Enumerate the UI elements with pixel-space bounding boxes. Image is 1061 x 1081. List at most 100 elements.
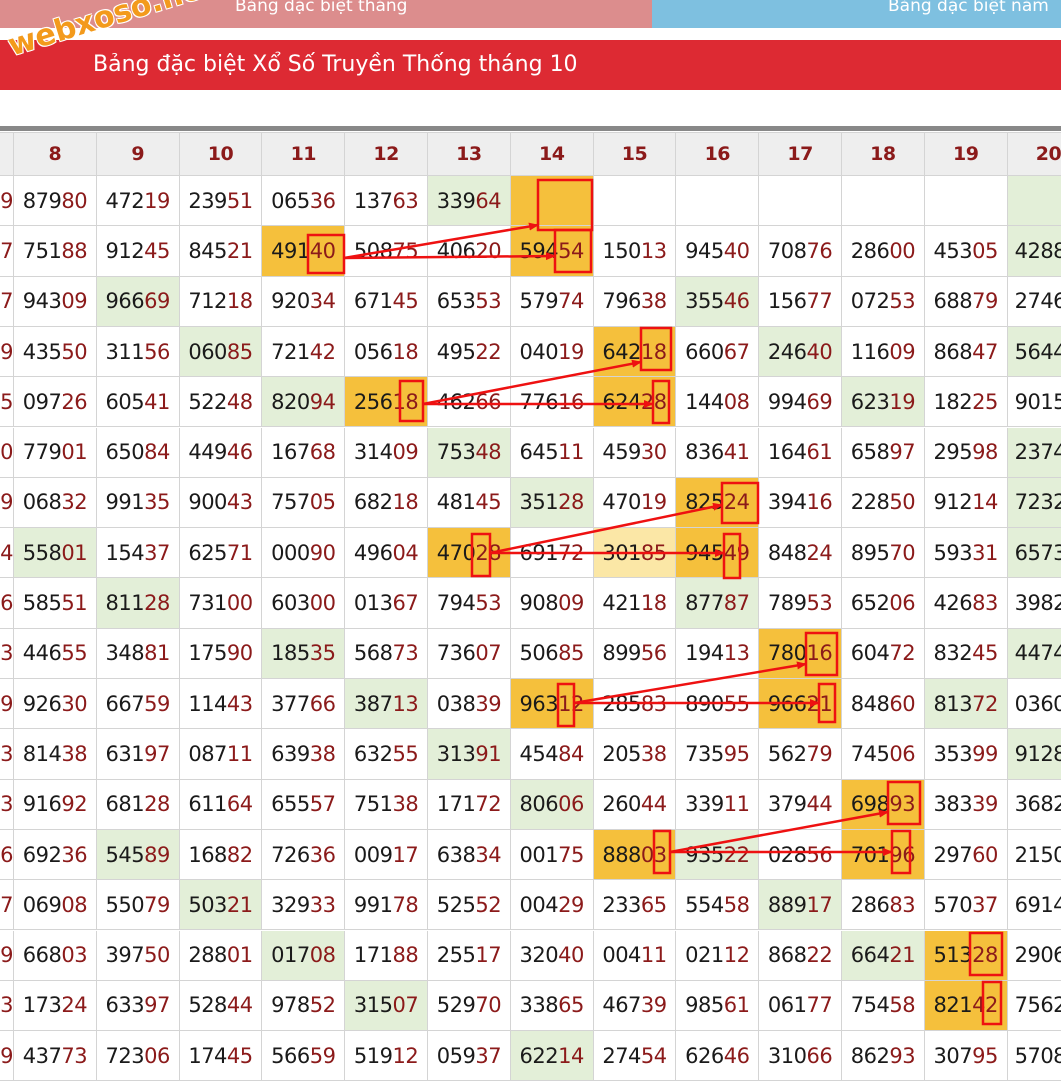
cell-prefix: 655	[271, 792, 310, 817]
column-header-day-18[interactable]: 18	[842, 132, 925, 176]
cell-prefix: 721	[271, 339, 310, 364]
table-cell: 288 01	[179, 930, 263, 981]
cell-suffix: 75	[392, 238, 419, 263]
table-cell: 525 52	[428, 880, 511, 931]
cell-prefix: 072	[850, 289, 890, 314]
column-header-day-9[interactable]: 9	[96, 132, 180, 176]
column-header-day-17[interactable]: 17	[759, 132, 842, 176]
cell-prefix: 779	[22, 440, 62, 465]
cell-prefix: 228	[850, 490, 890, 515]
table-cell-partial: 7	[0, 880, 14, 931]
cell-prefix: 173	[22, 993, 62, 1018]
cell-prefix: 660	[685, 339, 724, 364]
column-header-day-13[interactable]: 13	[428, 132, 511, 176]
cell-prefix: 061	[767, 993, 807, 1018]
table-cell: 377 66	[262, 679, 346, 730]
table-cell: 806 06	[510, 779, 594, 830]
table-cell: 991 35	[96, 477, 180, 529]
tab-year-table[interactable]: Bảng đặc biệt năm	[652, 0, 1061, 28]
table-cell: 310 66	[759, 1031, 842, 1081]
cell-suffix: 44	[640, 792, 667, 817]
column-header-partial	[0, 132, 14, 176]
cell-suffix: 18	[392, 339, 419, 364]
column-header-day-14[interactable]: 14	[510, 132, 594, 176]
table-cell: 638 34	[428, 829, 511, 881]
cell-suffix: 14	[972, 490, 998, 515]
cell-prefix: 664	[850, 943, 890, 968]
cell-suffix: 81	[144, 641, 170, 666]
table-cell: 745 06	[842, 729, 925, 780]
cell-prefix: 394	[767, 490, 807, 515]
cell-text: 9	[0, 339, 13, 364]
cell-suffix: 22	[723, 842, 750, 867]
cell-prefix: 329	[271, 892, 310, 917]
table-cell: 004 29	[510, 880, 594, 931]
cell-suffix: 67	[392, 591, 419, 616]
cell-suffix: 76	[806, 238, 833, 263]
table-cell: 529 70	[428, 980, 511, 1032]
column-header-day-8[interactable]: 8	[14, 132, 97, 176]
cell-suffix: 19	[558, 339, 584, 364]
table-cell: 087 11	[179, 729, 263, 780]
cell-suffix: 38	[640, 741, 667, 766]
cell-prefix: 836	[685, 440, 724, 465]
column-header-day-15[interactable]: 15	[593, 132, 677, 176]
cell-suffix: 13	[723, 641, 750, 666]
cell-prefix: 339	[685, 792, 724, 817]
cell-suffix: 08	[723, 389, 750, 414]
table-cell: 895 70	[842, 528, 925, 579]
cell-suffix: 91	[475, 741, 502, 766]
cell-suffix: 88	[61, 238, 88, 263]
table-cell: 836 41	[676, 427, 760, 478]
table-cell: 862 93	[842, 1031, 925, 1081]
table-cell	[510, 176, 594, 227]
cell-prefix: 631	[105, 741, 145, 766]
table-cell: 339 64	[428, 176, 511, 227]
column-header-day-20[interactable]: 20	[1007, 132, 1061, 176]
cell-prefix: 4288	[1014, 238, 1061, 263]
cell-prefix: 150	[602, 238, 641, 263]
table-cell: 351 28	[510, 477, 594, 529]
cell-prefix: 453	[933, 238, 973, 263]
cell-suffix: 36	[61, 842, 88, 867]
column-header-day-11[interactable]: 11	[262, 132, 346, 176]
cell-prefix: 712	[188, 289, 227, 314]
cell-suffix: 13	[392, 691, 419, 716]
cell-suffix: 53	[889, 289, 916, 314]
cell-prefix: 168	[188, 842, 227, 867]
column-header-day-19[interactable]: 19	[924, 132, 1008, 176]
table-cell: 021 12	[676, 930, 760, 981]
table-cell: 481 45	[428, 477, 511, 529]
cell-prefix: 525	[436, 892, 476, 917]
cell-suffix: 09	[392, 440, 419, 465]
cell-suffix: 70	[475, 993, 502, 1018]
cell-suffix: 40	[723, 238, 750, 263]
cell-suffix: 69	[144, 289, 170, 314]
table-cell: 065 36	[262, 176, 346, 227]
column-header-day-16[interactable]: 16	[676, 132, 760, 176]
table-cell: 097 26	[14, 377, 97, 428]
cell-suffix: 48	[475, 440, 502, 465]
cell-suffix: 28	[972, 943, 998, 968]
cell-suffix: 06	[889, 591, 916, 616]
cell-suffix: 60	[889, 691, 916, 716]
column-header-day-12[interactable]: 12	[345, 132, 428, 176]
table-cell: 348 81	[96, 628, 180, 679]
table-cell: 660 67	[676, 326, 760, 378]
table-cell: 239 51	[179, 176, 263, 227]
cell-suffix: 88	[392, 943, 419, 968]
cell-prefix: 821	[933, 993, 973, 1018]
cell-suffix: 21	[226, 238, 253, 263]
table-cell: 708 76	[759, 226, 842, 277]
cell-suffix: 69	[806, 389, 833, 414]
cell-prefix: 751	[22, 238, 62, 263]
cell-prefix: 889	[767, 892, 807, 917]
cell-prefix: 295	[933, 440, 973, 465]
table-cell: 554 58	[676, 880, 760, 931]
cell-suffix: 40	[309, 238, 336, 263]
table-cell: 945 40	[676, 226, 760, 277]
cell-suffix: 08	[61, 892, 88, 917]
cell-text: 3	[0, 741, 13, 766]
cell-suffix: 08	[309, 943, 336, 968]
column-header-day-10[interactable]: 10	[179, 132, 263, 176]
